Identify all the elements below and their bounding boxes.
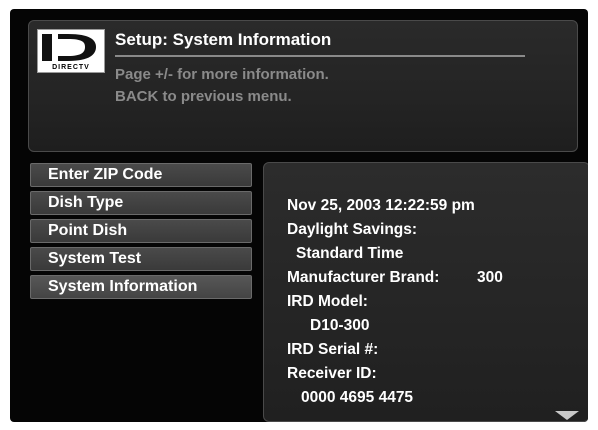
instruction-back: BACK to previous menu. (115, 88, 292, 105)
down-triangle-icon[interactable] (555, 411, 579, 420)
ird-model-value: D10-300 (310, 317, 370, 334)
daylight-savings-value: Standard Time (296, 245, 404, 262)
setup-menu: Enter ZIP Code Dish Type Point Dish Syst… (30, 163, 252, 303)
directv-logo: DIRECTV (37, 29, 105, 73)
ird-serial-label: IRD Serial #: (287, 341, 379, 358)
menu-item-system-information[interactable]: System Information (30, 275, 252, 299)
receiver-id-value: 0000 4695 4475 (301, 389, 414, 406)
menu-item-dish-type[interactable]: Dish Type (30, 191, 252, 215)
ird-model-label: IRD Model: (287, 293, 368, 310)
manufacturer-brand-label: Manufacturer Brand: (287, 269, 440, 286)
daylight-savings-label: Daylight Savings: (287, 221, 418, 238)
manufacturer-brand-value: 300 (477, 269, 503, 286)
page-title: Setup: System Information (115, 30, 332, 49)
menu-item-point-dish[interactable]: Point Dish (30, 219, 252, 243)
title-divider (115, 55, 525, 57)
menu-item-enter-zip-code[interactable]: Enter ZIP Code (30, 163, 252, 187)
menu-item-system-test[interactable]: System Test (30, 247, 252, 271)
datetime-value: Nov 25, 2003 12:22:59 pm (287, 197, 475, 214)
tv-screen: DIRECTV Setup: System Information Page +… (10, 9, 588, 422)
system-info-panel: Nov 25, 2003 12:22:59 pm Daylight Saving… (263, 162, 588, 422)
logo-text: DIRECTV (52, 64, 90, 71)
receiver-id-label: Receiver ID: (287, 365, 377, 382)
header-panel: DIRECTV Setup: System Information Page +… (28, 20, 578, 152)
instruction-page: Page +/- for more information. (115, 66, 329, 83)
